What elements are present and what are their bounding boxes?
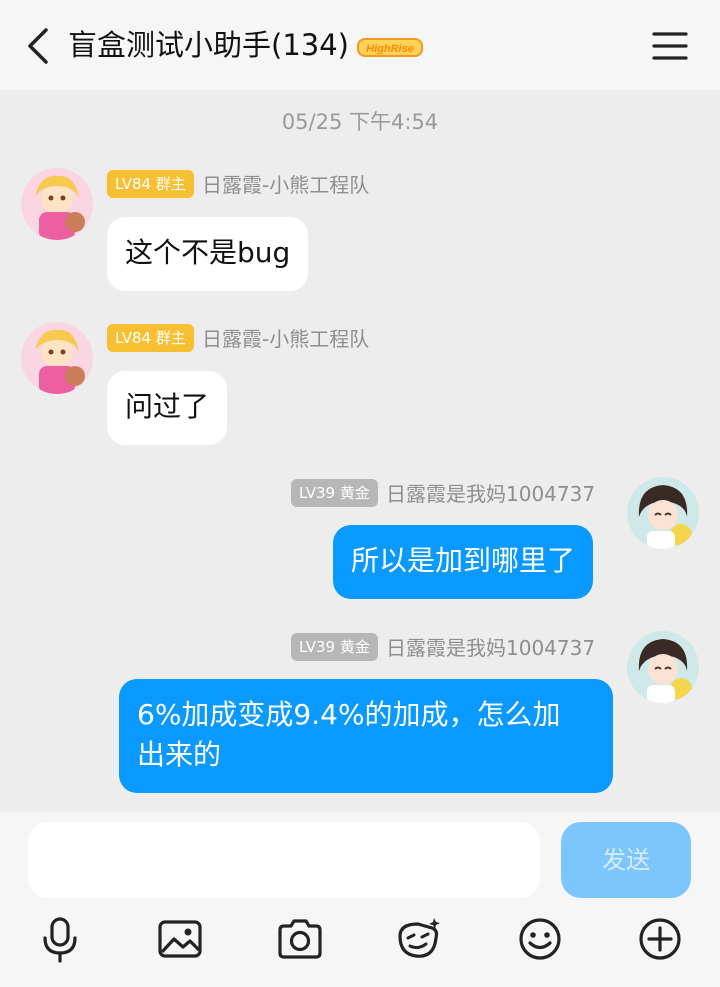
level-badge: LV84 群主: [107, 170, 194, 198]
sender-name[interactable]: 日露霞-小熊工程队: [202, 325, 369, 353]
message-line: 出来的: [137, 738, 222, 771]
sender-name[interactable]: 日露霞-小熊工程队: [202, 171, 369, 199]
chevron-left-icon[interactable]: [18, 24, 58, 68]
sticker-icon[interactable]: [394, 914, 444, 964]
chat-header: 盲盒测试小助手(134) HighRise: [0, 0, 720, 90]
chat-title[interactable]: 盲盒测试小助手(134): [68, 25, 349, 65]
level-badge: LV39 黄金: [291, 479, 378, 507]
send-button[interactable]: 发送: [561, 822, 691, 898]
level-badge: LV39 黄金: [291, 633, 378, 661]
camera-icon[interactable]: [275, 914, 325, 964]
message-input[interactable]: [28, 822, 540, 898]
microphone-icon[interactable]: [35, 914, 85, 964]
level-badge: LV84 群主: [107, 324, 194, 352]
emoji-icon[interactable]: [515, 914, 565, 964]
plus-icon[interactable]: [635, 914, 685, 964]
message-bubble[interactable]: 6%加成变成9.4%的加成，怎么加 出来的: [119, 679, 613, 793]
avatar[interactable]: [21, 168, 93, 240]
sender-name[interactable]: 日露霞是我妈1004737: [386, 480, 595, 508]
avatar[interactable]: [627, 477, 699, 549]
avatar[interactable]: [627, 631, 699, 703]
sender-name[interactable]: 日露霞是我妈1004737: [386, 634, 595, 662]
image-icon[interactable]: [155, 914, 205, 964]
message-bubble[interactable]: 问过了: [107, 371, 228, 445]
highrise-logo-icon: HighRise: [357, 38, 423, 57]
hamburger-menu-icon[interactable]: [650, 28, 690, 64]
message-bubble[interactable]: 这个不是bug: [107, 217, 309, 291]
message-timestamp: 05/25 下午4:54: [281, 110, 439, 134]
svg-text:HighRise: HighRise: [366, 43, 414, 55]
message-line: 6%加成变成9.4%的加成，怎么加: [137, 698, 561, 731]
avatar[interactable]: [21, 322, 93, 394]
message-bubble[interactable]: 所以是加到哪里了: [333, 525, 594, 599]
